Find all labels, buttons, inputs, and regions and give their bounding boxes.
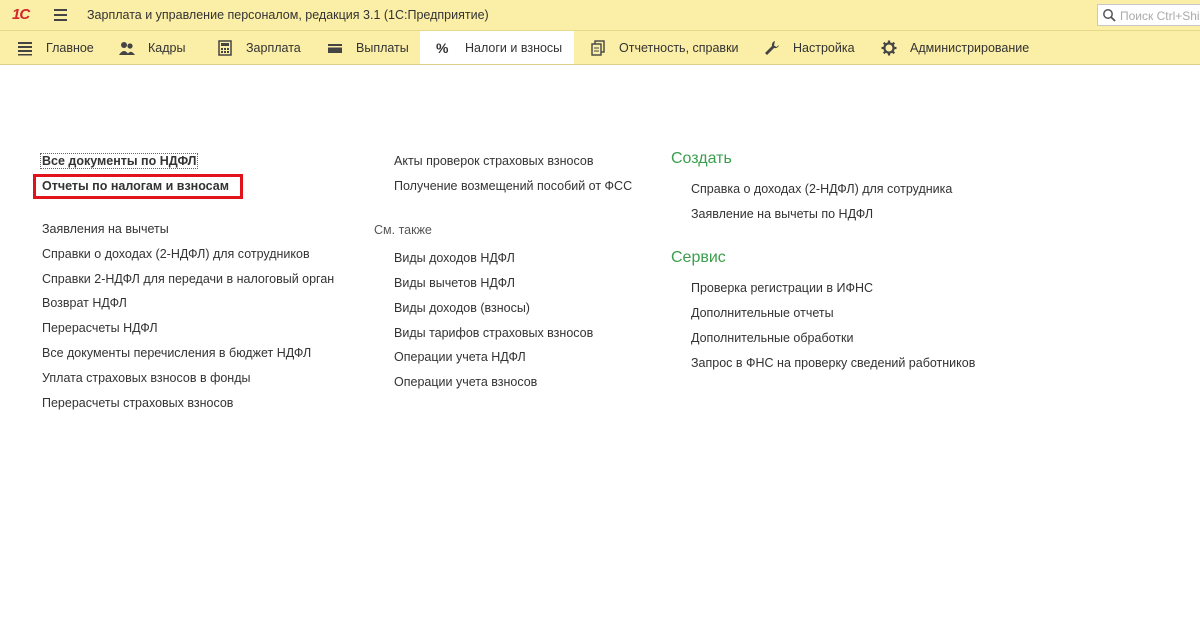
link-ifns-registration-check[interactable]: Проверка регистрации в ИФНС xyxy=(691,281,873,295)
app-logo: 1С xyxy=(12,6,30,23)
window-title: Зарплата и управление персоналом, редакц… xyxy=(87,8,489,22)
link-insurance-recalculations[interactable]: Перерасчеты страховых взносов xyxy=(42,396,233,410)
tab-personnel[interactable]: Кадры xyxy=(119,31,185,64)
wallet-icon xyxy=(328,43,342,53)
search-input[interactable]: Поиск Ctrl+Shift+F xyxy=(1097,4,1200,26)
tab-label: Выплаты xyxy=(356,40,409,55)
link-ndfl-income-types[interactable]: Виды доходов НДФЛ xyxy=(394,251,515,265)
search-placeholder: Поиск Ctrl+Shift+F xyxy=(1120,9,1200,23)
documents-icon xyxy=(591,39,605,56)
gear-icon xyxy=(881,40,897,55)
link-tax-reports[interactable]: Отчеты по налогам и взносам xyxy=(42,179,229,193)
tab-label: Налоги и взносы xyxy=(465,40,563,55)
tab-administration[interactable]: Администрирование xyxy=(881,31,1029,64)
service-group-title: Сервис xyxy=(671,249,726,266)
link-2ndfl-for-tax-authority[interactable]: Справки 2-НДФЛ для передачи в налоговый … xyxy=(42,272,334,286)
link-insurance-tariff-types[interactable]: Виды тарифов страховых взносов xyxy=(394,326,593,340)
tab-reports[interactable]: Отчетность, справки xyxy=(590,31,739,64)
link-ndfl-budget-transfers[interactable]: Все документы перечисления в бюджет НДФЛ xyxy=(42,346,311,360)
link-contribution-operations[interactable]: Операции учета взносов xyxy=(394,375,537,389)
tab-label: Отчетность, справки xyxy=(619,40,739,55)
link-additional-reports[interactable]: Дополнительные отчеты xyxy=(691,306,834,320)
percent-icon: % xyxy=(436,39,449,56)
link-ndfl-refund[interactable]: Возврат НДФЛ xyxy=(42,296,127,310)
tab-label: Главное xyxy=(46,40,94,55)
link-ndfl-operations[interactable]: Операции учета НДФЛ xyxy=(394,350,526,364)
link-contribution-income-types[interactable]: Виды доходов (взносы) xyxy=(394,301,530,315)
tab-salary[interactable]: Зарплата xyxy=(217,31,301,64)
title-bar: 1С Зарплата и управление персоналом, ред… xyxy=(0,0,1200,31)
link-income-certificates-employees[interactable]: Справки о доходах (2-НДФЛ) для сотрудник… xyxy=(42,247,310,261)
link-create-deduction-application[interactable]: Заявление на вычеты по НДФЛ xyxy=(691,207,873,221)
create-group-title: Создать xyxy=(671,150,732,167)
section-menu: Главное Кадры Зарплата Выплаты % Налоги … xyxy=(0,31,1200,65)
link-create-income-certificate[interactable]: Справка о доходах (2-НДФЛ) для сотрудник… xyxy=(691,182,952,196)
tab-label: Настройка xyxy=(793,40,855,55)
tab-label: Администрирование xyxy=(910,40,1030,55)
tab-taxes[interactable]: % Налоги и взносы xyxy=(420,31,574,64)
menu-lines-icon xyxy=(18,41,32,55)
tab-label: Кадры xyxy=(148,40,186,55)
tab-settings[interactable]: Настройка xyxy=(764,31,855,64)
link-additional-processing[interactable]: Дополнительные обработки xyxy=(691,331,853,345)
link-fns-employee-check-request[interactable]: Запрос в ФНС на проверку сведений работн… xyxy=(691,356,975,370)
link-insurance-payments[interactable]: Уплата страховых взносов в фонды xyxy=(42,371,251,385)
link-all-ndfl-documents[interactable]: Все документы по НДФЛ xyxy=(40,153,199,169)
link-fss-reimbursements[interactable]: Получение возмещений пособий от ФСС xyxy=(394,179,632,193)
see-also-heading: См. также xyxy=(374,223,432,237)
link-insurance-audit-acts[interactable]: Акты проверок страховых взносов xyxy=(394,154,593,168)
link-ndfl-deduction-types[interactable]: Виды вычетов НДФЛ xyxy=(394,276,515,290)
search-icon xyxy=(1103,9,1116,22)
calculator-icon xyxy=(218,39,232,56)
link-ndfl-recalculations[interactable]: Перерасчеты НДФЛ xyxy=(42,321,158,335)
people-icon xyxy=(119,41,135,55)
main-menu-icon[interactable] xyxy=(54,9,67,21)
tab-label: Зарплата xyxy=(246,40,301,55)
tab-payments[interactable]: Выплаты xyxy=(327,31,409,64)
wrench-icon xyxy=(765,40,779,55)
tab-main[interactable]: Главное xyxy=(17,31,94,64)
link-deduction-applications[interactable]: Заявления на вычеты xyxy=(42,222,169,236)
